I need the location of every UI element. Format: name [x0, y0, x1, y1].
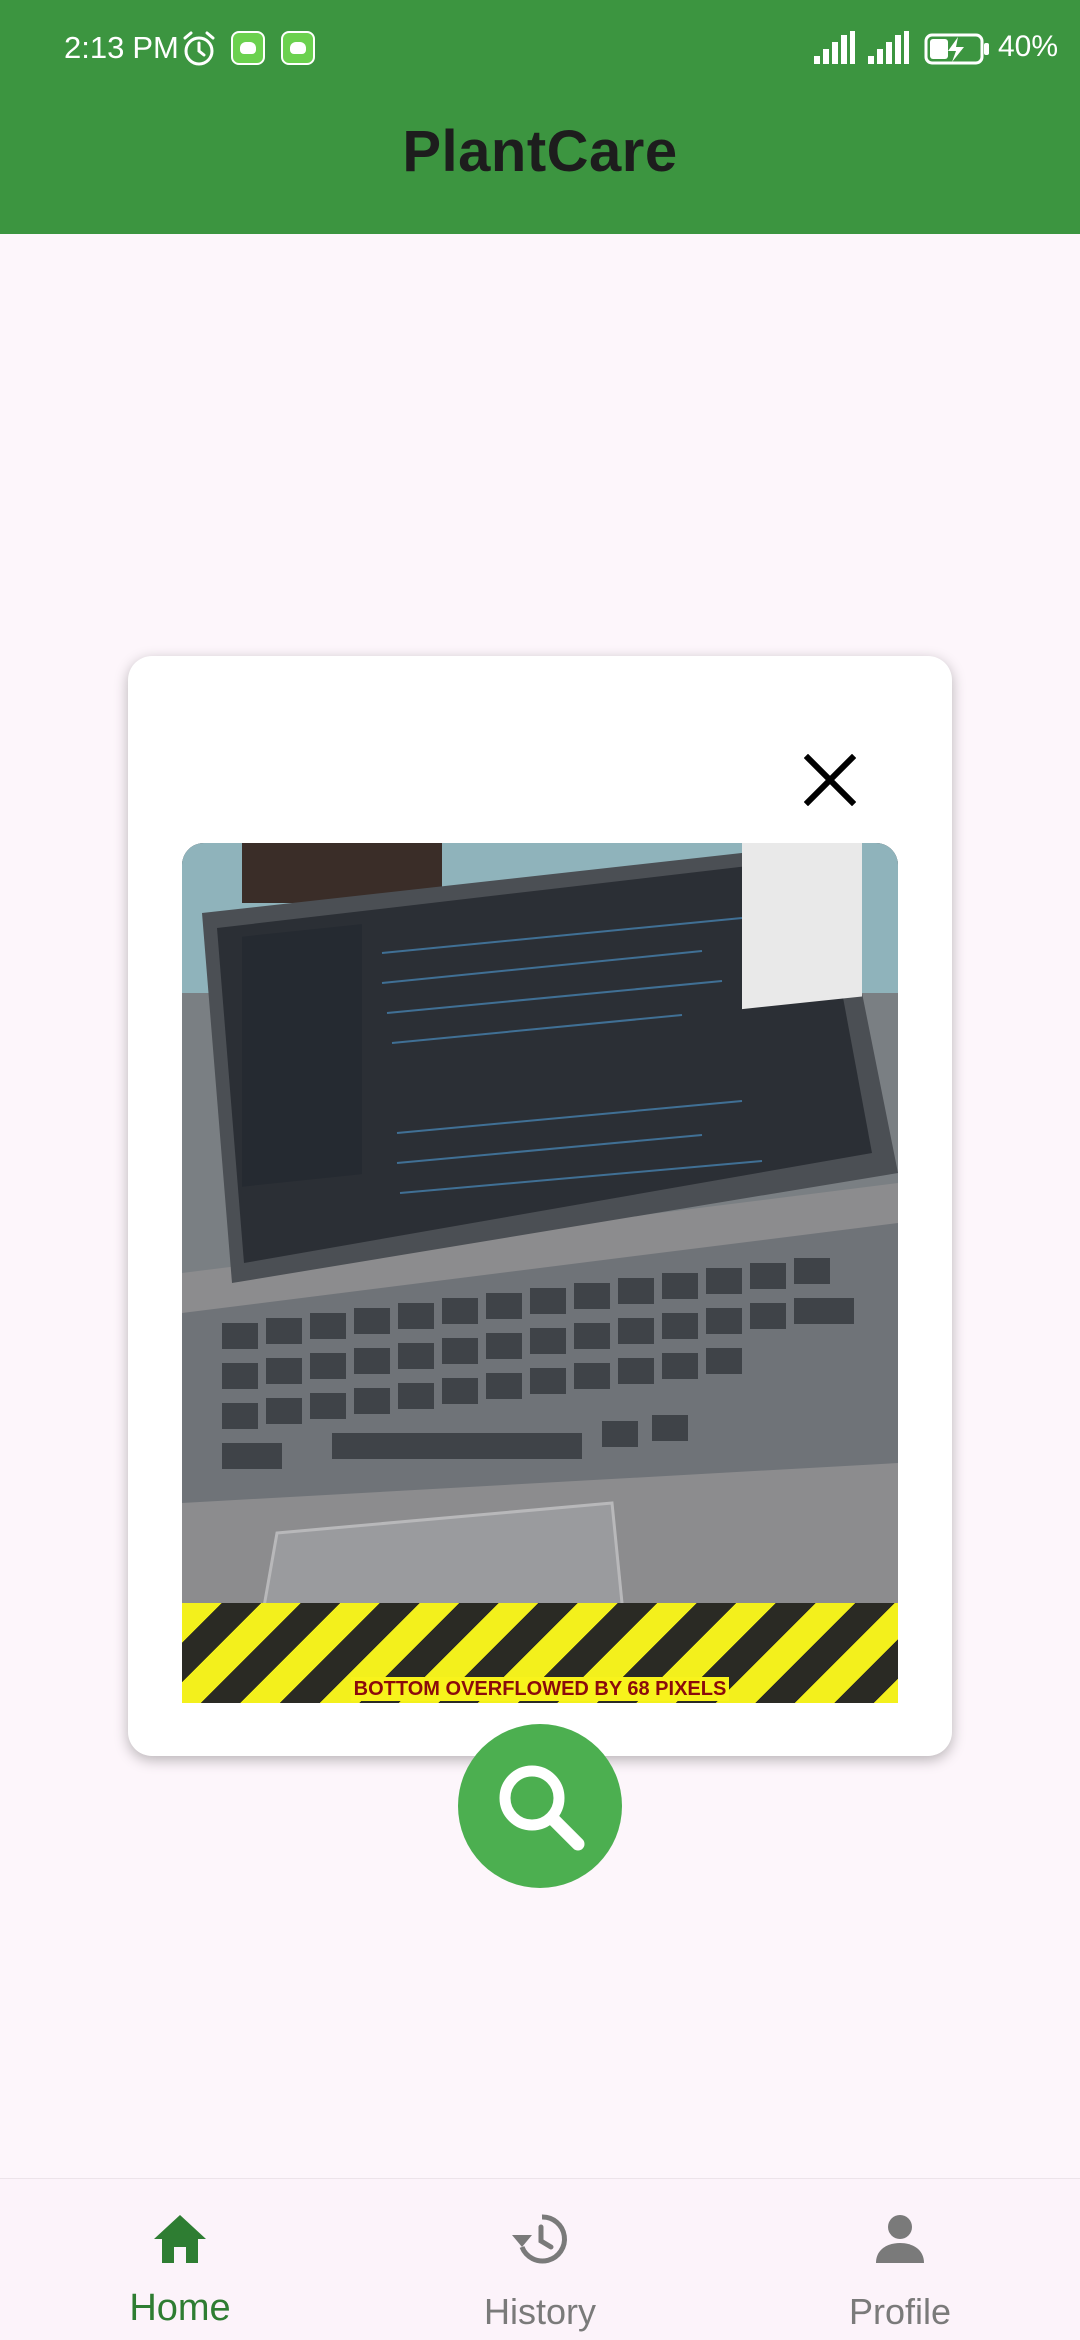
page-title: PlantCare [402, 119, 678, 184]
app-root: 2:13 PM 40% PlantCare BOTTOM OVERFLOWED … [0, 0, 1080, 2340]
nav-item-home[interactable]: Home [80, 2179, 280, 2340]
status-bar: 2:13 PM 40% [0, 0, 1080, 100]
overflow-warning-label: BOTTOM OVERFLOWED BY 68 PIXELS [350, 1677, 730, 1701]
app-notification-icon [281, 31, 315, 65]
signal-icon [868, 31, 909, 64]
status-time-value: 2:13 [64, 30, 125, 65]
person-icon [876, 2215, 924, 2263]
nav-item-profile[interactable]: Profile [800, 2179, 1000, 2340]
alarm-icon [183, 31, 215, 66]
close-button[interactable] [790, 740, 870, 820]
nav-label-history: History [483, 2291, 596, 2332]
close-icon [804, 754, 856, 806]
battery-charging-icon [924, 33, 989, 65]
app-bar: 2:13 PM 40% PlantCare [0, 0, 1080, 234]
nav-item-history[interactable]: History [440, 2179, 640, 2340]
overflow-warning-text: BOTTOM OVERFLOWED BY 68 PIXELS [0, 1677, 1080, 1701]
signal-icon [814, 31, 855, 64]
home-icon [154, 2215, 206, 2263]
nav-label-profile: Profile [848, 2291, 952, 2332]
app-notification-icon [231, 31, 265, 65]
identify-search-button[interactable] [458, 1724, 622, 1888]
status-time-ampm: PM [132, 30, 179, 65]
bottom-navigation-bar: Home History Profile [0, 2178, 1080, 2340]
search-icon [499, 1765, 585, 1851]
laptop-photo-image [182, 843, 898, 1703]
history-icon [512, 2214, 567, 2264]
nav-label-home: Home [129, 2287, 231, 2329]
battery-percentage: 40% [998, 30, 1059, 63]
status-time: 2:13 PM [64, 30, 179, 66]
selected-photo [182, 843, 898, 1703]
